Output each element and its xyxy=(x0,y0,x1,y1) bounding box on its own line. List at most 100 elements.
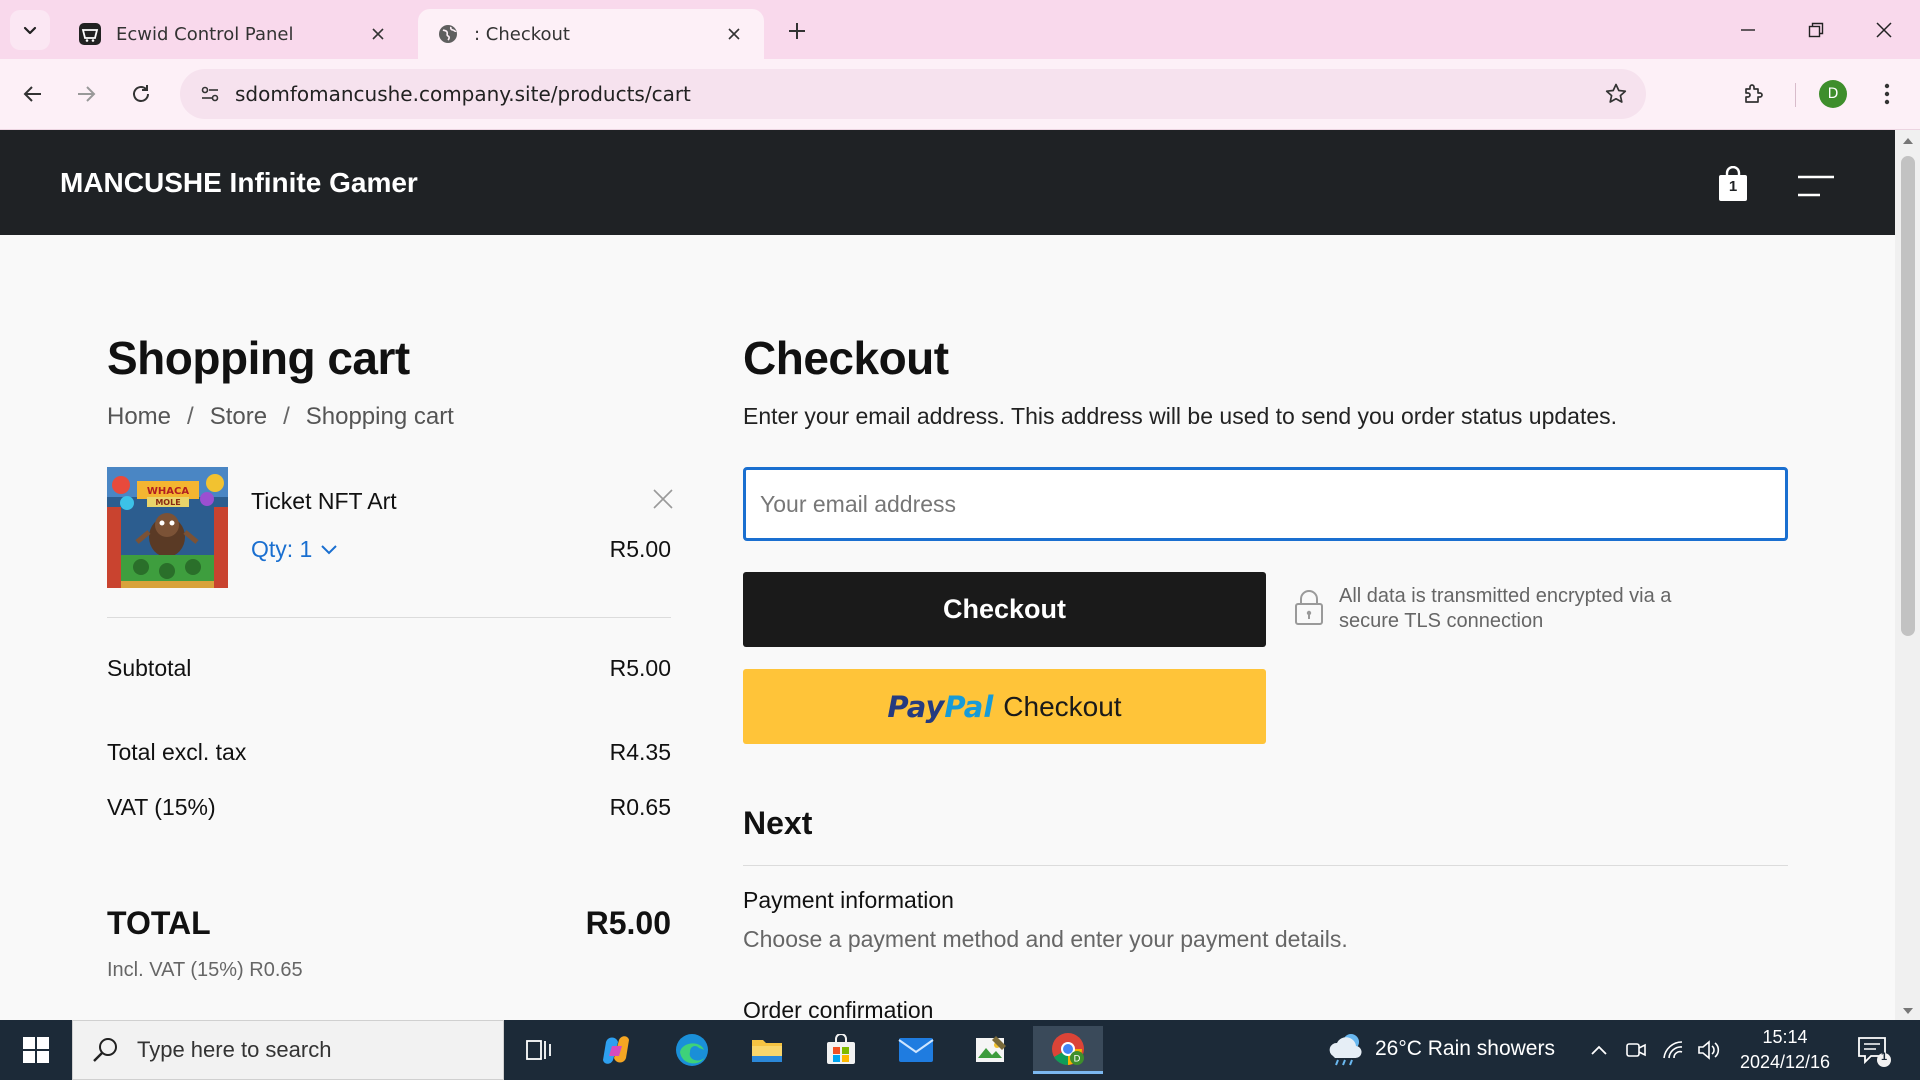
restore-button[interactable] xyxy=(1786,8,1846,52)
taskbar-search[interactable]: Type here to search xyxy=(72,1020,504,1080)
meet-now-button[interactable] xyxy=(1621,1034,1651,1066)
menu-button[interactable] xyxy=(1796,174,1836,198)
weather-widget[interactable]: 26°C Rain showers xyxy=(1325,1030,1555,1068)
close-window-button[interactable] xyxy=(1854,8,1914,52)
paypal-logo-pay: Pay xyxy=(887,689,945,724)
svg-text:D: D xyxy=(1074,1054,1081,1064)
chevron-up-icon xyxy=(1591,1045,1607,1055)
restore-icon xyxy=(1808,22,1824,38)
subtotal-value: R5.00 xyxy=(609,655,671,681)
total-excl-tax-value: R4.35 xyxy=(609,739,671,765)
cart-item-price: R5.00 xyxy=(609,536,671,562)
total-label: TOTAL xyxy=(107,905,211,941)
step-confirmation-title: Order confirmation xyxy=(743,997,934,1020)
hamburger-menu-icon xyxy=(1798,175,1834,197)
extensions-button[interactable] xyxy=(1735,75,1773,113)
cart-count-badge: 1 xyxy=(1728,178,1738,195)
close-tab-icon[interactable] xyxy=(366,22,390,46)
paypal-button-label: Checkout xyxy=(1003,690,1122,722)
svg-text:WHACA: WHACA xyxy=(147,486,189,497)
copilot-button[interactable] xyxy=(588,1026,644,1074)
forward-button[interactable] xyxy=(67,75,105,113)
edge-icon xyxy=(676,1034,708,1066)
cart-divider xyxy=(107,617,671,618)
breadcrumb-current: Shopping cart xyxy=(305,403,454,430)
svg-text:MOLE: MOLE xyxy=(155,498,180,507)
address-bar[interactable]: sdomfomancushe.company.site/products/car… xyxy=(180,69,1646,119)
store-name[interactable]: MANCUSHE Infinite Gamer xyxy=(60,167,418,199)
clock-date: 2024/12/16 xyxy=(1739,1052,1831,1072)
task-view-button[interactable] xyxy=(511,1026,567,1074)
search-icon xyxy=(93,1038,117,1062)
taskbar-search-placeholder: Type here to search xyxy=(137,1037,332,1062)
product-thumbnail[interactable]: WHACA MOLE xyxy=(107,467,228,588)
breadcrumb-home[interactable]: Home xyxy=(107,403,171,430)
forward-arrow-icon xyxy=(78,86,96,102)
close-icon xyxy=(1876,22,1892,38)
copilot-icon xyxy=(603,1036,629,1064)
quantity-selector[interactable]: Qty: 1 xyxy=(251,536,338,563)
chrome-button[interactable]: D xyxy=(1033,1026,1103,1074)
secure-connection-note: All data is transmitted encrypted via a … xyxy=(1293,584,1719,634)
store-icon xyxy=(827,1034,855,1064)
cart-item-name[interactable]: Ticket NFT Art xyxy=(251,488,397,515)
url-text: sdomfomancushe.company.site/products/car… xyxy=(235,82,691,106)
paypal-checkout-button[interactable]: Pay Pal Checkout xyxy=(743,669,1266,744)
checkout-button[interactable]: Checkout xyxy=(743,572,1266,647)
remove-item-button[interactable] xyxy=(652,488,674,510)
close-tab-icon[interactable] xyxy=(722,22,746,46)
volume-button[interactable] xyxy=(1694,1034,1724,1066)
tab-search-button[interactable] xyxy=(10,10,50,50)
breadcrumb-separator: / xyxy=(187,403,194,430)
breadcrumb-store[interactable]: Store xyxy=(210,403,267,430)
more-vertical-icon xyxy=(1884,83,1890,105)
clock-time: 15:14 xyxy=(1762,1027,1808,1047)
scroll-up-arrow-icon[interactable] xyxy=(1895,132,1920,150)
windows-logo-icon xyxy=(23,1037,49,1063)
site-info-icon[interactable] xyxy=(192,76,228,112)
folder-icon xyxy=(752,1040,782,1062)
breadcrumb: Home / Store / Shopping cart xyxy=(107,403,454,431)
notification-center-button[interactable]: 1 xyxy=(1855,1032,1891,1068)
next-steps-title: Next xyxy=(743,805,813,841)
show-hidden-icons-button[interactable] xyxy=(1584,1034,1614,1066)
back-button[interactable] xyxy=(14,75,52,113)
chevron-down-icon xyxy=(23,26,37,35)
vat-label: VAT (15%) xyxy=(107,794,216,820)
picture-icon xyxy=(976,1036,1006,1062)
paypal-logo-pal: Pal xyxy=(944,689,994,724)
start-button[interactable] xyxy=(0,1020,72,1080)
profile-avatar[interactable]: D xyxy=(1819,80,1847,108)
mail-button[interactable] xyxy=(888,1026,944,1074)
chevron-down-icon xyxy=(321,544,338,554)
bookmark-star-icon[interactable] xyxy=(1600,78,1632,110)
next-steps-divider xyxy=(743,865,1788,866)
minimize-button[interactable] xyxy=(1718,8,1778,52)
page-scrollbar[interactable] xyxy=(1895,130,1920,1020)
minimize-icon xyxy=(1741,29,1755,31)
new-tab-button[interactable] xyxy=(780,14,814,48)
microsoft-store-button[interactable] xyxy=(813,1026,869,1074)
cart-bag-button[interactable]: 1 xyxy=(1718,166,1752,202)
secure-text: All data is transmitted encrypted via a … xyxy=(1339,585,1672,632)
tab-ecwid-control-panel[interactable]: Ecwid Control Panel xyxy=(60,9,408,59)
subtotal-label: Subtotal xyxy=(107,655,192,681)
scrollbar-thumb[interactable] xyxy=(1901,156,1915,636)
edge-button[interactable] xyxy=(664,1026,720,1074)
tab-checkout[interactable]: : Checkout xyxy=(418,9,764,59)
tab-title: : Checkout xyxy=(474,23,570,45)
quantity-label: Qty: 1 xyxy=(251,536,313,562)
tab-title: Ecwid Control Panel xyxy=(116,23,294,45)
file-explorer-button[interactable] xyxy=(739,1026,795,1074)
lock-icon xyxy=(1295,590,1323,625)
reload-button[interactable] xyxy=(122,75,160,113)
browser-menu-button[interactable] xyxy=(1870,75,1904,113)
image-viewer-button[interactable] xyxy=(963,1026,1019,1074)
rain-cloud-icon xyxy=(1329,1034,1362,1066)
puzzle-icon xyxy=(1745,84,1763,103)
network-button[interactable] xyxy=(1658,1034,1688,1066)
scroll-down-arrow-icon[interactable] xyxy=(1895,1002,1920,1020)
email-field[interactable] xyxy=(743,467,1788,541)
plus-icon xyxy=(789,23,805,39)
taskbar-clock[interactable]: 15:14 2024/12/16 xyxy=(1730,1025,1840,1075)
